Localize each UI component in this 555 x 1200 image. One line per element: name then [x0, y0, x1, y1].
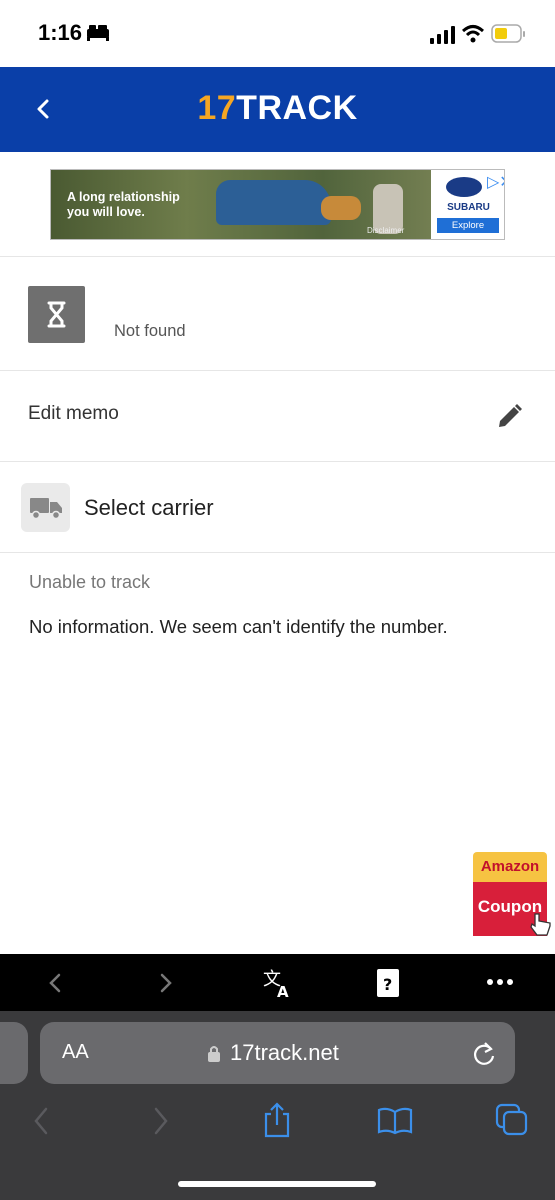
text-size-button[interactable]: AA — [62, 1041, 89, 1064]
edit-memo-label: Edit memo — [28, 403, 119, 424]
subaru-logo-icon — [446, 177, 482, 197]
tabs-icon[interactable] — [495, 1103, 529, 1137]
help-card-icon[interactable]: ? — [376, 968, 400, 998]
ad-brand-panel: ▷✕ SUBARU Explore — [431, 170, 504, 239]
tracking-message: No information. We seem can't identify t… — [29, 616, 448, 637]
reload-icon[interactable] — [471, 1041, 497, 1067]
amazon-coupon-button[interactable]: Amazon Coupon — [473, 852, 551, 936]
ad-explore-button[interactable]: Explore — [437, 218, 499, 233]
share-icon[interactable] — [262, 1101, 292, 1139]
logo-word: TRACK — [236, 89, 358, 127]
hand-pointer-icon — [530, 913, 551, 936]
svg-text:?: ? — [383, 975, 392, 994]
translate-icon[interactable]: 文 A — [262, 967, 294, 999]
bookmarks-icon[interactable] — [377, 1106, 413, 1136]
url-text[interactable]: 17track.net — [230, 1040, 339, 1066]
app-logo: 17TRACK — [0, 89, 555, 128]
dog-image — [321, 196, 361, 220]
logo-number: 17 — [197, 89, 237, 127]
cellular-signal-icon — [430, 26, 455, 44]
home-indicator — [178, 1181, 376, 1187]
ad-banner[interactable]: A long relationship you will love. Discl… — [50, 169, 505, 240]
truck-icon — [21, 483, 70, 532]
battery-icon — [491, 24, 525, 43]
ad-disclaimer[interactable]: Disclaimer — [367, 226, 404, 235]
lock-icon — [208, 1046, 220, 1062]
app-header: 17TRACK — [0, 67, 555, 152]
toolbar-back-icon[interactable] — [45, 972, 65, 994]
ad-choices-close-icon[interactable]: ▷✕ — [487, 172, 504, 192]
ad-brand-name: SUBARU — [447, 202, 490, 213]
browser-toolbar: 文 A ? — [0, 954, 555, 1011]
divider — [0, 256, 555, 257]
safari-back-icon[interactable] — [30, 1106, 52, 1136]
wifi-icon — [461, 25, 485, 43]
previous-tab-stub[interactable] — [0, 1022, 28, 1084]
shipment-status: Not found — [114, 322, 186, 340]
ad-headline-line1: A long relationship — [67, 190, 180, 204]
coupon-top-label: Amazon — [473, 852, 547, 882]
ad-headline-line2: you will love. — [67, 205, 145, 219]
toolbar-forward-icon[interactable] — [156, 972, 176, 994]
car-image — [216, 180, 331, 225]
more-options-icon[interactable] — [486, 978, 514, 986]
hourglass-icon — [28, 286, 85, 343]
status-bar: 1:16 — [0, 0, 555, 67]
pencil-icon[interactable] — [494, 402, 524, 432]
safari-forward-icon[interactable] — [150, 1106, 172, 1136]
ad-headline: A long relationship you will love. — [67, 190, 180, 220]
divider — [0, 552, 555, 553]
select-carrier-label: Select carrier — [84, 495, 214, 520]
tracking-heading: Unable to track — [29, 572, 151, 592]
bed-icon — [87, 25, 109, 41]
svg-text:A: A — [277, 983, 289, 999]
status-time: 1:16 — [38, 20, 83, 45]
